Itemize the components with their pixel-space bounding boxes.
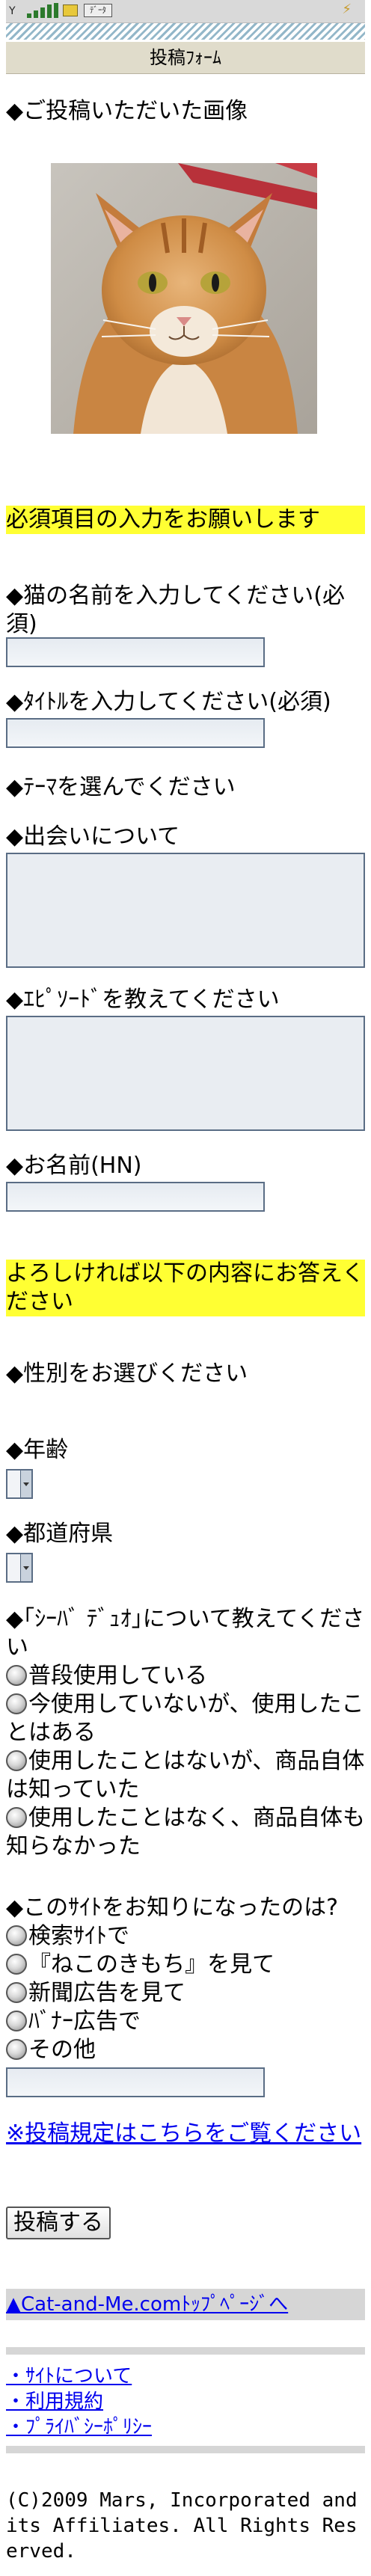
referral-option-label: 『ねこのきもち』を見て	[28, 1951, 275, 1978]
image-section-heading: ◆ご投稿いただいた画像	[6, 98, 248, 124]
optional-notice: よろしければ以下の内容にお答えください	[6, 1260, 365, 1316]
age-select-arrow-icon	[20, 1471, 31, 1497]
referral-option[interactable]: 検索ｻｲﾄで	[6, 1922, 129, 1951]
radio-button-icon[interactable]	[6, 2011, 27, 2031]
radio-button-icon[interactable]	[6, 1665, 27, 1686]
antenna-icon: Y	[9, 5, 16, 17]
decorative-stripe	[6, 23, 365, 40]
referral-option[interactable]: 『ねこのきもち』を見て	[6, 1951, 275, 1979]
cat-name-input[interactable]	[6, 637, 265, 667]
prefecture-label: ◆都道府県	[6, 1521, 114, 1547]
radio-button-icon[interactable]	[6, 1925, 27, 1946]
sheba-duo-option[interactable]: 普段使用している	[6, 1662, 365, 1690]
posting-rules-link[interactable]: ※投稿規定はこちらをご覧ください	[6, 2120, 365, 2148]
sheba-duo-option[interactable]: 今使用していないが、使用したことはある	[6, 1690, 365, 1747]
radio-button-icon[interactable]	[6, 1807, 27, 1828]
radio-button-icon[interactable]	[6, 2039, 27, 2060]
top-page-link-bar: ▲Cat-and-Me.comﾄｯﾌﾟﾍﾟｰｼﾞへ	[6, 2289, 365, 2320]
prefecture-select[interactable]	[6, 1553, 33, 1583]
battery-icon	[63, 4, 78, 16]
age-select[interactable]	[6, 1469, 33, 1499]
signal-strength-icon	[27, 3, 58, 18]
referral-option-label: ﾊﾞﾅｰ広告で	[28, 2008, 141, 2034]
post-title-label: ◆ﾀｲﾄﾙを入力してください(必須)	[6, 689, 331, 715]
status-bar: Y ﾃﾞｰﾀ ⚡	[6, 0, 365, 23]
theme-label: ◆ﾃｰﾏを選んでください	[6, 774, 236, 800]
submitted-cat-photo	[51, 163, 317, 434]
referral-option-label: その他	[28, 2037, 96, 2063]
footer-link-terms[interactable]: ・利用規約	[6, 2389, 103, 2414]
meeting-textarea[interactable]	[6, 853, 365, 968]
referral-option[interactable]: その他	[6, 2036, 96, 2064]
page: Y ﾃﾞｰﾀ ⚡ 投稿ﾌｫｰﾑ ◆ご投稿いただいた画像 必須項目の入力をお願いし…	[6, 0, 365, 2576]
sheba-duo-option-label: 使用したことはないが、商品自体は知っていた	[6, 1748, 365, 1803]
prefecture-select-arrow-icon	[20, 1554, 31, 1581]
page-title: 投稿ﾌｫｰﾑ	[6, 42, 365, 74]
radio-button-icon[interactable]	[6, 1982, 27, 2003]
divider	[6, 2347, 365, 2355]
radio-button-icon[interactable]	[6, 1693, 27, 1714]
referral-option-label: 新聞広告を見て	[28, 1980, 186, 2006]
age-label: ◆年齢	[6, 1437, 69, 1463]
sheba-duo-option-label: 今使用していないが、使用したことはある	[6, 1691, 364, 1746]
radio-button-icon[interactable]	[6, 1750, 27, 1771]
nickname-input[interactable]	[6, 1182, 265, 1212]
nickname-label: ◆お名前(HN)	[6, 1153, 142, 1179]
sheba-duo-option-label: 使用したことはなく、商品自体も知らなかった	[6, 1805, 365, 1859]
data-indicator: ﾃﾞｰﾀ	[84, 4, 112, 17]
gender-label: ◆性別をお選びください	[6, 1361, 248, 1387]
footer-link-privacy[interactable]: ・ﾌﾟﾗｲﾊﾞｼｰﾎﾟﾘｼｰ	[6, 2414, 152, 2440]
required-notice: 必須項目の入力をお願いします	[6, 506, 365, 534]
referral-option-label: 検索ｻｲﾄで	[28, 1923, 129, 1949]
referral-other-input[interactable]	[6, 2067, 265, 2097]
radio-button-icon[interactable]	[6, 1954, 27, 1975]
meeting-label: ◆出会いについて	[6, 824, 180, 850]
sheba-duo-option-label: 普段使用している	[28, 1663, 208, 1689]
sheba-duo-option[interactable]: 使用したことはなく、商品自体も知らなかった	[6, 1804, 365, 1861]
sheba-duo-option[interactable]: 使用したことはないが、商品自体は知っていた	[6, 1747, 365, 1804]
post-title-input[interactable]	[6, 718, 265, 748]
episode-textarea[interactable]	[6, 1016, 365, 1131]
episode-label: ◆ｴﾋﾟｿｰﾄﾞを教えてください	[6, 987, 280, 1013]
divider	[6, 2446, 365, 2453]
referral-option[interactable]: 新聞広告を見て	[6, 1979, 186, 2008]
referral-label: ◆このｻｲﾄをお知りになったのは?	[6, 1895, 338, 1921]
submit-button[interactable]: 投稿する	[6, 2207, 111, 2239]
cat-name-label: ◆猫の名前を入力してください(必須)	[6, 583, 345, 637]
network-indicator-icon: ⚡	[342, 1, 352, 17]
footer-link-about[interactable]: ・ｻｲﾄについて	[6, 2364, 132, 2389]
top-page-link[interactable]: ▲Cat-and-Me.comﾄｯﾌﾟﾍﾟｰｼﾞへ	[6, 2293, 288, 2316]
sheba-duo-label: ◆｢ｼｰﾊﾞ ﾃﾞｭｵ｣について教えてください	[6, 1606, 365, 1660]
copyright: (C)2009 Mars, Incorporated and its Affil…	[6, 2489, 358, 2563]
referral-option[interactable]: ﾊﾞﾅｰ広告で	[6, 2008, 141, 2036]
